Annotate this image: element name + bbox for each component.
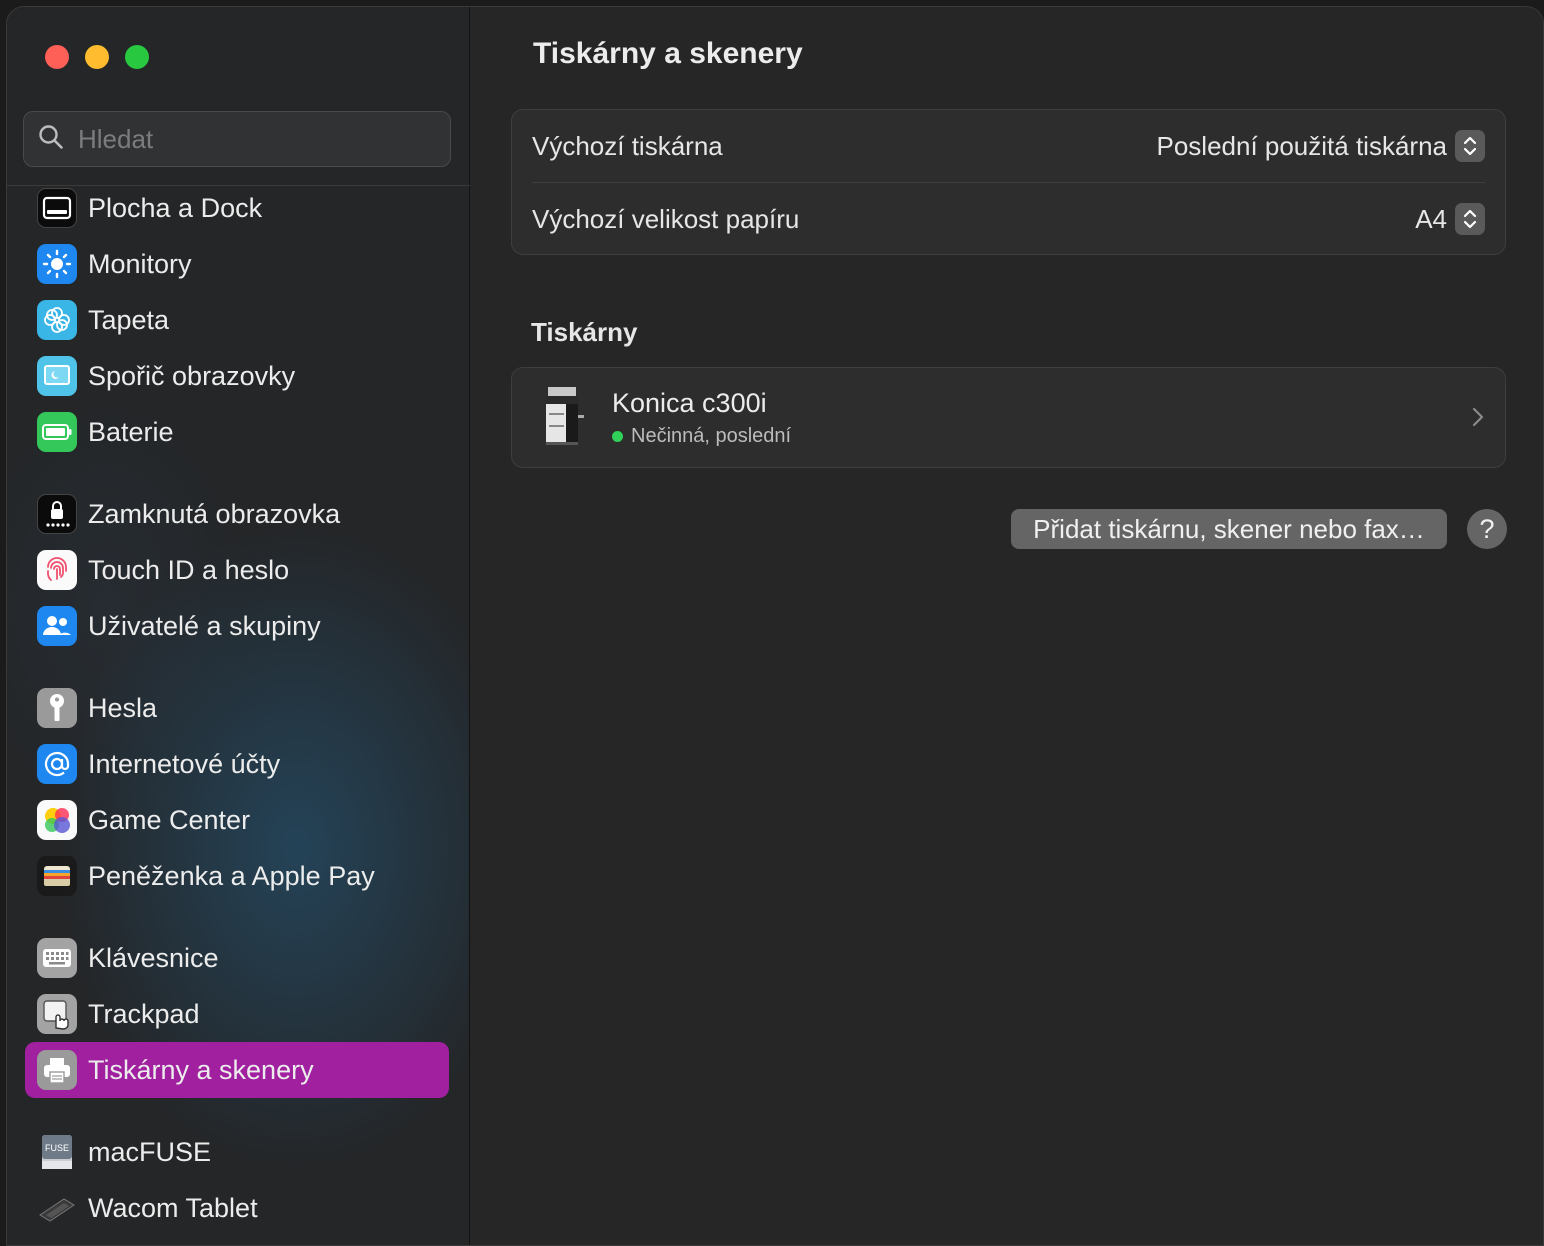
help-button[interactable]: ?	[1467, 509, 1507, 549]
sidebar-item-label: Tapeta	[88, 304, 170, 335]
search-icon	[38, 124, 64, 155]
sidebar-item-label: Wacom Tablet	[88, 1192, 258, 1223]
sidebar-item-battery[interactable]: Baterie	[25, 404, 449, 460]
sidebar-item-desktop-dock[interactable]: Plocha a Dock	[25, 180, 449, 236]
wallpaper-icon	[37, 300, 77, 340]
sidebar-item-displays[interactable]: Monitory	[25, 236, 449, 292]
sidebar-item-label: Trackpad	[88, 998, 200, 1029]
dock-icon	[37, 188, 77, 228]
sidebar-item-label: macFUSE	[88, 1136, 212, 1167]
sidebar-item-users-groups[interactable]: Uživatelé a skupiny	[25, 598, 449, 654]
popup-chevrons-icon	[1455, 130, 1485, 162]
sidebar-item-macfuse[interactable]: FUSE macFUSE	[25, 1124, 449, 1180]
search-field[interactable]	[23, 111, 451, 167]
lock-screen-icon	[37, 494, 77, 534]
sidebar-item-label: Klávesnice	[88, 942, 219, 973]
users-icon	[37, 606, 77, 646]
svg-text:FUSE: FUSE	[45, 1143, 69, 1153]
printer-status: Nečinná, poslední	[612, 425, 791, 448]
game-center-icon	[37, 800, 77, 840]
key-icon	[37, 688, 77, 728]
status-dot-icon	[612, 431, 623, 442]
sidebar-item-wallet[interactable]: Peněženka a Apple Pay	[25, 848, 449, 904]
sidebar-item-label: Spořič obrazovky	[88, 360, 296, 391]
sidebar-item-label: Monitory	[88, 248, 192, 279]
sidebar-item-label: Zamknutá obrazovka	[88, 498, 341, 529]
search-input[interactable]	[78, 123, 418, 155]
default-printer-popup[interactable]: Poslední použitá tiskárna	[1156, 130, 1485, 162]
add-printer-button[interactable]: Přidat tiskárnu, skener nebo fax…	[1011, 509, 1447, 549]
sidebar-item-label: Game Center	[88, 804, 251, 835]
maximize-button[interactable]	[125, 45, 149, 69]
chevron-right-icon	[1471, 406, 1485, 433]
paper-size-row: Výchozí velikost papíru A4	[512, 183, 1505, 255]
sidebar-item-screensaver[interactable]: Spořič obrazovky	[25, 348, 449, 404]
fingerprint-icon	[37, 550, 77, 590]
default-printer-value: Poslední použitá tiskárna	[1156, 130, 1447, 161]
page-title: Tiskárny a skenery	[533, 37, 803, 70]
printer-status-text: Nečinná, poslední	[631, 425, 792, 447]
wallet-icon	[37, 856, 77, 896]
wacom-tablet-icon	[37, 1188, 77, 1228]
sidebar-item-lock-screen[interactable]: Zamknutá obrazovka	[25, 486, 449, 542]
sidebar-item-label: Baterie	[88, 416, 174, 447]
keyboard-icon	[37, 938, 77, 978]
printer-name: Konica c300i	[612, 388, 767, 418]
sidebar-item-label: Touch ID a heslo	[88, 554, 290, 585]
sidebar-item-printers-scanners[interactable]: Tiskárny a skenery	[25, 1042, 449, 1098]
at-sign-icon	[37, 744, 77, 784]
sidebar-item-passwords[interactable]: Hesla	[25, 680, 449, 736]
paper-size-value: A4	[1415, 203, 1447, 234]
sidebar-item-label: Uživatelé a skupiny	[88, 610, 321, 641]
paper-size-popup[interactable]: A4	[1415, 203, 1485, 235]
settings-window: Plocha a Dock Monitory Tapeta Spořič obr…	[6, 6, 1544, 1246]
printers-list: Konica c300i Nečinná, poslední	[511, 367, 1506, 468]
macfuse-icon: FUSE	[37, 1132, 77, 1172]
popup-chevrons-icon	[1455, 203, 1485, 235]
paper-size-label: Výchozí velikost papíru	[532, 203, 800, 234]
close-button[interactable]	[45, 45, 69, 69]
sidebar: Plocha a Dock Monitory Tapeta Spořič obr…	[7, 7, 470, 1245]
default-printer-label: Výchozí tiskárna	[532, 130, 723, 161]
sidebar-item-label: Tiskárny a skenery	[88, 1054, 314, 1085]
defaults-card: Výchozí tiskárna Poslední použitá tiskár…	[511, 109, 1506, 255]
sidebar-item-trackpad[interactable]: Trackpad	[25, 986, 449, 1042]
sidebar-item-label: Hesla	[88, 692, 158, 723]
battery-icon	[37, 412, 77, 452]
sidebar-item-internet-accounts[interactable]: Internetové účty	[25, 736, 449, 792]
printer-device-icon	[542, 385, 586, 452]
sidebar-item-wallpaper[interactable]: Tapeta	[25, 292, 449, 348]
sidebar-item-game-center[interactable]: Game Center	[25, 792, 449, 848]
printer-icon	[37, 1050, 77, 1090]
sidebar-item-label: Plocha a Dock	[88, 192, 263, 223]
main-pane: Tiskárny a skenery Výchozí tiskárna Posl…	[470, 7, 1543, 1245]
sidebar-item-label: Peněženka a Apple Pay	[88, 860, 375, 891]
printers-heading: Tiskárny	[531, 317, 638, 347]
sidebar-item-wacom-tablet[interactable]: Wacom Tablet	[25, 1180, 449, 1236]
printer-row[interactable]: Konica c300i Nečinná, poslední	[512, 368, 1505, 468]
default-printer-row: Výchozí tiskárna Poslední použitá tiskár…	[512, 110, 1505, 182]
minimize-button[interactable]	[85, 45, 109, 69]
sidebar-item-keyboard[interactable]: Klávesnice	[25, 930, 449, 986]
sidebar-item-touch-id[interactable]: Touch ID a heslo	[25, 542, 449, 598]
trackpad-icon	[37, 994, 77, 1034]
display-icon	[37, 244, 77, 284]
screensaver-icon	[37, 356, 77, 396]
sidebar-item-label: Internetové účty	[88, 748, 281, 779]
